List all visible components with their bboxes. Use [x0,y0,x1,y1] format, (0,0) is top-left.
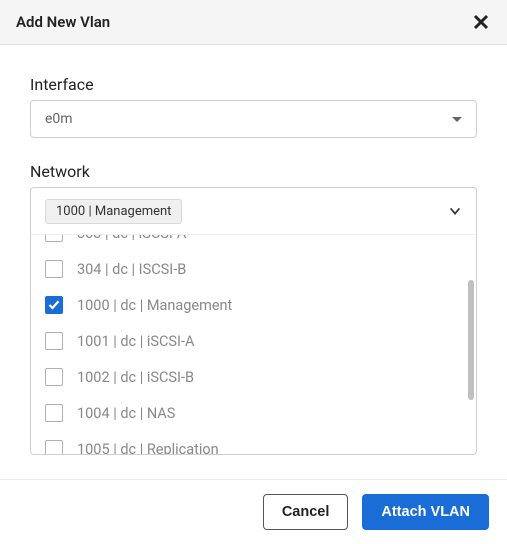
checkbox[interactable] [45,296,63,314]
network-selected-chip: 1000 | Management [45,199,182,224]
interface-select[interactable]: e0m [30,100,477,138]
network-option[interactable]: 304 | dc | ISCSI-B [31,251,476,287]
network-option-label: 304 | dc | ISCSI-B [77,261,186,278]
chevron-down-icon [448,204,462,218]
network-option-label: 1004 | dc | NAS [77,405,175,422]
checkbox[interactable] [45,234,63,242]
network-option[interactable]: 1004 | dc | NAS [31,395,476,431]
scrollbar-thumb[interactable] [468,280,474,400]
interface-label: Interface [30,75,477,94]
checkbox[interactable] [45,404,63,422]
network-option-label: 1005 | dc | Replication [77,441,219,455]
checkbox[interactable] [45,440,63,454]
add-vlan-modal: Add New Vlan Interface e0m Network 1000 … [0,0,507,544]
modal-footer: Cancel Attach VLAN [0,479,507,544]
checkbox[interactable] [45,368,63,386]
interface-selected-value: e0m [45,111,73,127]
network-field: Network 1000 | Management 303 | dc | iSC… [30,162,477,455]
attach-vlan-button[interactable]: Attach VLAN [362,494,489,530]
caret-down-icon [452,117,462,122]
checkbox[interactable] [45,332,63,350]
network-option[interactable]: 1002 | dc | iSCSI-B [31,359,476,395]
modal-title: Add New Vlan [16,13,110,31]
network-label: Network [30,162,477,181]
network-option-label: 1001 | dc | iSCSI-A [77,333,194,350]
network-multiselect-header[interactable]: 1000 | Management [31,188,476,234]
network-option[interactable]: 1000 | dc | Management [31,287,476,323]
network-option-list: 303 | dc | iSCSI-A 304 | dc | ISCSI-B 1000… [31,234,476,454]
close-icon [473,14,489,30]
network-option[interactable]: 1001 | dc | iSCSI-A [31,323,476,359]
cancel-button[interactable]: Cancel [263,494,349,530]
modal-header: Add New Vlan [0,0,507,45]
close-button[interactable] [471,12,491,32]
network-option-label: 1002 | dc | iSCSI-B [77,369,194,386]
interface-field: Interface e0m [30,75,477,138]
network-option-label: 1000 | dc | Management [77,297,232,314]
checkbox[interactable] [45,260,63,278]
network-option[interactable]: 303 | dc | iSCSI-A [31,234,476,251]
modal-body: Interface e0m Network 1000 | Management … [0,45,507,479]
network-multiselect: 1000 | Management 303 | dc | iSCSI-A 304 … [30,187,477,455]
scrollbar[interactable] [466,235,476,454]
checkmark-icon [48,299,60,311]
network-option[interactable]: 1005 | dc | Replication [31,431,476,454]
network-option-label: 303 | dc | iSCSI-A [77,234,186,242]
